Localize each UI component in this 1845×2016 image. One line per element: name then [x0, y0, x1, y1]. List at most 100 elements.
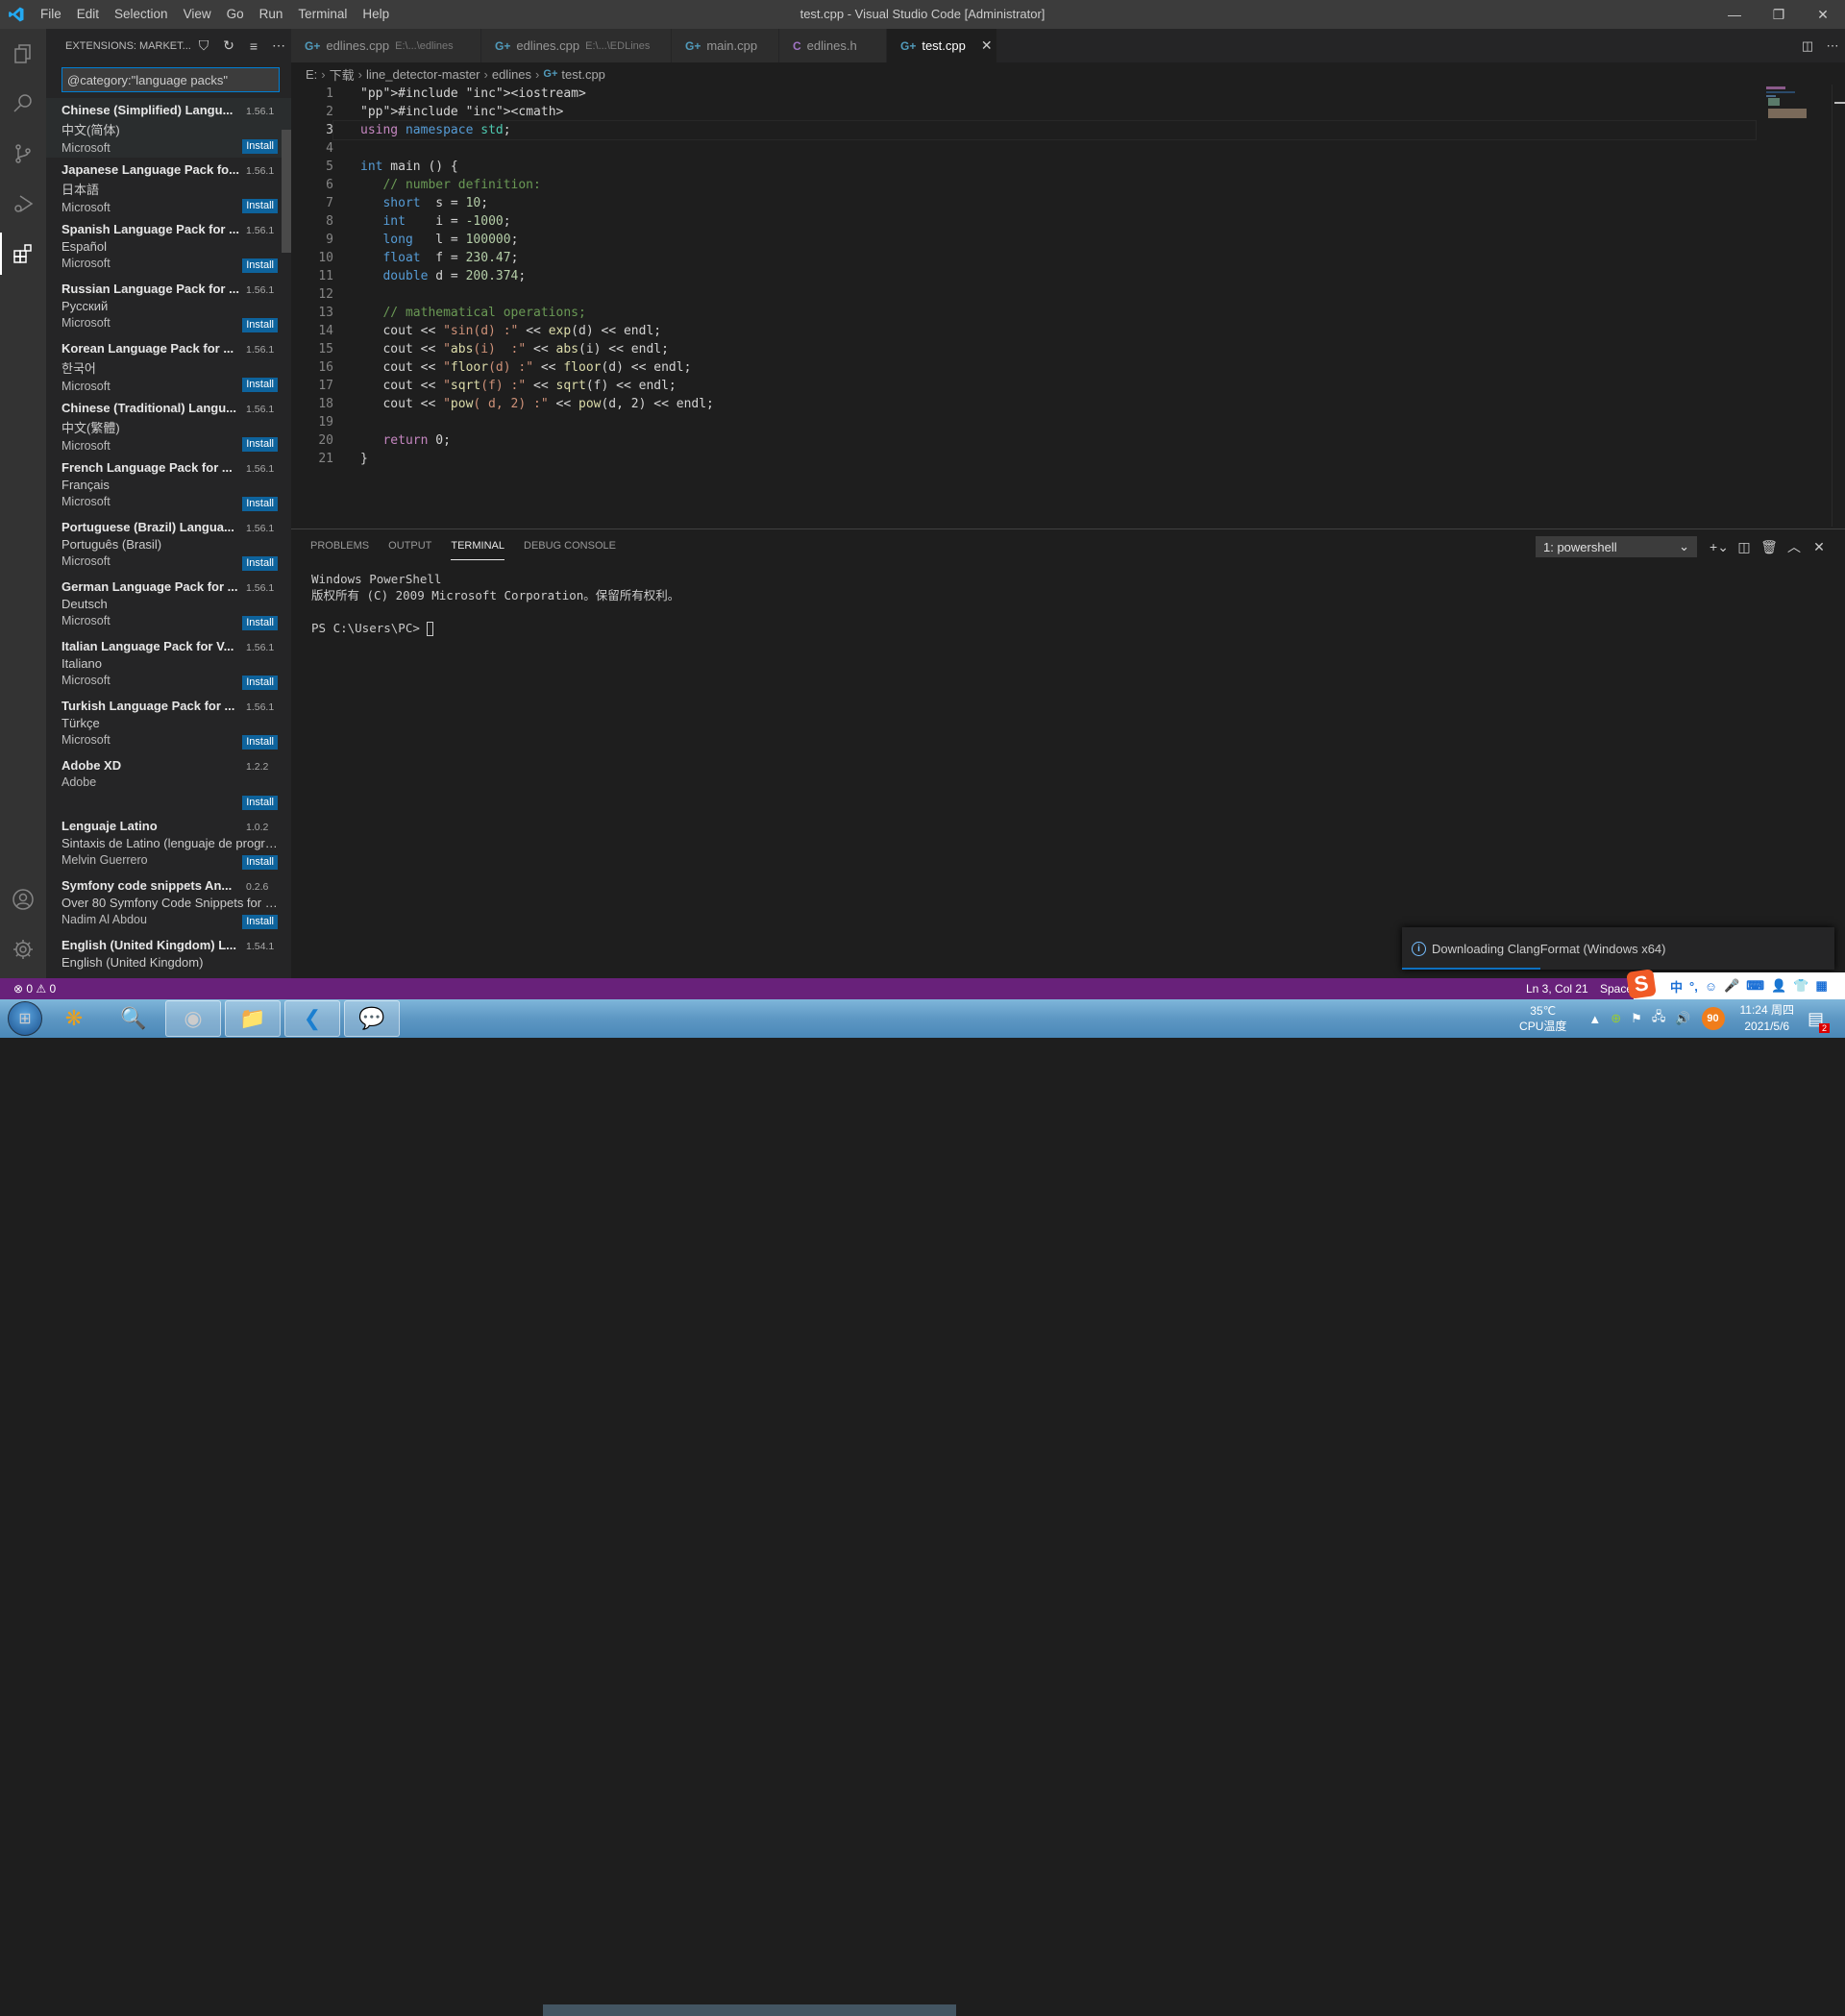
file-explorer-icon[interactable]: 📁 — [225, 1000, 281, 1037]
menu-item-help[interactable]: Help — [355, 0, 397, 29]
panel-tab-debug-console[interactable]: DEBUG CONSOLE — [524, 529, 616, 563]
toolbox-icon[interactable]: ▦ — [1815, 978, 1827, 994]
problems-status[interactable]: ⊗ 0 ⚠ 0 — [0, 982, 56, 996]
code-line[interactable]: 10 float f = 230.47; — [291, 249, 1845, 267]
wechat-icon[interactable]: 💬 — [344, 1000, 400, 1037]
code-line[interactable]: 14 cout << "sin(d) :" << exp(d) << endl; — [291, 322, 1845, 340]
extension-item[interactable]: Korean Language Pack for ... 1.56.1 한국어 Mic… — [46, 336, 291, 396]
minimap[interactable] — [1753, 85, 1830, 123]
menu-item-file[interactable]: File — [33, 0, 69, 29]
tab-edlines-cpp[interactable]: G+ edlines.cpp E:\...\edlines — [291, 29, 481, 62]
skin-icon[interactable]: 👕 — [1793, 978, 1808, 994]
install-button[interactable]: Install — [242, 139, 278, 154]
refresh-icon[interactable]: ↻ — [216, 37, 241, 54]
extension-item[interactable]: Lenguaje Latino 1.0.2 Sintaxis de Latino (… — [46, 814, 291, 873]
cpu-temp[interactable]: 35℃ CPU温度 — [1519, 1003, 1566, 1034]
code-line[interactable]: 7 short s = 10; — [291, 194, 1845, 212]
new-terminal-icon[interactable]: +⌄ — [1707, 539, 1732, 555]
microphone-icon[interactable]: 🎤 — [1724, 978, 1739, 994]
cursor-position[interactable]: Ln 3, Col 21 — [1526, 982, 1588, 996]
emoji-icon[interactable]: ☺ — [1705, 979, 1717, 994]
extension-item[interactable]: Adobe XD 1.2.2 Adobe Install — [46, 753, 291, 814]
tab-main-cpp[interactable]: G+ main.cpp — [672, 29, 779, 62]
code-line[interactable]: 5 int main () { — [291, 158, 1845, 176]
breadcrumb-item[interactable]: 下载 — [330, 65, 355, 84]
install-button[interactable]: Install — [242, 258, 278, 273]
code-line[interactable]: 21} — [291, 450, 1845, 468]
extension-item[interactable]: Turkish Language Pack for ... 1.56.1 Türkç… — [46, 694, 291, 753]
code-line[interactable]: 1 "pp">#include "inc"><iostream> — [291, 85, 1845, 103]
settings-gear-icon[interactable] — [0, 924, 46, 974]
maximize-panel-icon[interactable]: ︿ — [1782, 537, 1807, 556]
extensions-search-input[interactable] — [62, 67, 280, 92]
extension-item[interactable]: Chinese (Simplified) Langu... 1.56.1 中文(简体… — [46, 98, 291, 158]
split-terminal-icon[interactable]: ◫ — [1732, 539, 1757, 555]
tray-app-icon[interactable]: ⊕ — [1611, 1011, 1621, 1026]
vscode-taskbar-icon[interactable]: ❮ — [284, 1000, 340, 1037]
sogou-ime-logo-icon[interactable]: S — [1626, 969, 1657, 999]
clear-results-icon[interactable]: ≡ — [241, 38, 266, 54]
breadcrumb-item[interactable]: E: — [306, 67, 317, 82]
filter-icon[interactable]: ⛉ — [191, 37, 216, 54]
code-line[interactable]: 19 — [291, 413, 1845, 431]
panel-tab-terminal[interactable]: TERMINAL — [451, 529, 504, 563]
install-button[interactable]: Install — [242, 318, 278, 332]
extension-item[interactable]: Symfony code snippets An... 0.2.6 Over 80 … — [46, 873, 291, 933]
install-button[interactable]: Install — [242, 199, 278, 213]
code-line[interactable]: 12 — [291, 285, 1845, 304]
breadcrumb-item[interactable]: test.cpp — [561, 67, 605, 82]
restore-button[interactable]: ❐ — [1757, 0, 1801, 29]
close-tab-icon[interactable]: ✕ — [981, 37, 993, 54]
code-line[interactable]: 6 // number definition: — [291, 176, 1845, 194]
search-app-icon[interactable]: 🔍 — [106, 1000, 161, 1037]
trash-icon[interactable]: 🗑 — [1757, 539, 1782, 555]
install-button[interactable]: Install — [242, 796, 278, 810]
install-button[interactable]: Install — [242, 497, 278, 511]
code-line[interactable]: 15 cout << "abs(i) :" << abs(i) << endl; — [291, 340, 1845, 358]
code-line[interactable]: 20 return 0; — [291, 431, 1845, 450]
run-debug-icon[interactable] — [0, 179, 46, 229]
install-button[interactable]: Install — [242, 676, 278, 690]
install-button[interactable]: Install — [242, 378, 278, 392]
tab-test-cpp[interactable]: G+ test.cpp ✕ — [887, 29, 997, 62]
tab-edlines-cpp[interactable]: G+ edlines.cpp E:\...\EDLines — [481, 29, 672, 62]
menu-item-selection[interactable]: Selection — [107, 0, 176, 29]
code-line[interactable]: 3 using namespace std; — [291, 120, 1845, 140]
ime-punct[interactable]: °, — [1689, 979, 1698, 994]
action-center-flag-icon[interactable]: ⚑ — [1631, 1011, 1642, 1026]
notification-toast[interactable]: i Downloading ClangFormat (Windows x64) — [1402, 927, 1834, 970]
explorer-icon[interactable] — [0, 29, 46, 79]
extension-item[interactable]: Japanese Language Pack fo... 1.56.1 日本語 Mic… — [46, 158, 291, 217]
extension-item[interactable]: Chinese (Traditional) Langu... 1.56.1 中文(繁… — [46, 396, 291, 455]
code-line[interactable]: 13 // mathematical operations; — [291, 304, 1845, 322]
search-icon[interactable] — [0, 79, 46, 129]
extension-item[interactable]: Russian Language Pack for ... 1.56.1 Русск… — [46, 277, 291, 336]
volume-icon[interactable]: 🔊 — [1675, 1011, 1690, 1026]
keyboard-icon[interactable]: ⌨ — [1746, 978, 1764, 994]
clock[interactable]: 11:24 周四 2021/5/6 — [1740, 1002, 1794, 1035]
terminal-select[interactable]: 1: powershell ⌄ — [1536, 536, 1697, 557]
code-line[interactable]: 17 cout << "sqrt(f) :" << sqrt(f) << end… — [291, 377, 1845, 395]
source-control-icon[interactable] — [0, 129, 46, 179]
extension-item[interactable]: French Language Pack for ... 1.56.1 França… — [46, 455, 291, 515]
code-line[interactable]: 11 double d = 200.374; — [291, 267, 1845, 285]
network-icon[interactable]: 🖧 — [1652, 1008, 1666, 1029]
tab-edlines-h[interactable]: Cedlines.h — [779, 29, 887, 62]
terminal-output[interactable]: Windows PowerShell 版权所有 (C) 2009 Microsof… — [291, 563, 1845, 636]
split-editor-icon[interactable]: ◫ — [1795, 38, 1820, 54]
extension-item[interactable]: Spanish Language Pack for ... 1.56.1 Españ… — [46, 217, 291, 277]
menu-item-go[interactable]: Go — [219, 0, 252, 29]
notification-center-icon[interactable]: ▤ 2 — [1808, 1009, 1830, 1033]
install-button[interactable]: Install — [242, 556, 278, 571]
app-launcher-icon[interactable]: ❋ — [46, 1000, 102, 1037]
menu-item-edit[interactable]: Edit — [69, 0, 107, 29]
extension-item[interactable]: Portuguese (Brazil) Langua... 1.56.1 Portu… — [46, 515, 291, 575]
menu-item-run[interactable]: Run — [252, 0, 291, 29]
close-panel-icon[interactable]: ✕ — [1807, 539, 1832, 555]
install-button[interactable]: Install — [242, 735, 278, 750]
install-button[interactable]: Install — [242, 616, 278, 630]
breadcrumb-item[interactable]: line_detector-master — [366, 67, 480, 82]
editor-more-icon[interactable]: ⋯ — [1820, 38, 1845, 54]
install-button[interactable]: Install — [242, 915, 278, 929]
code-line[interactable]: 4 — [291, 139, 1845, 158]
